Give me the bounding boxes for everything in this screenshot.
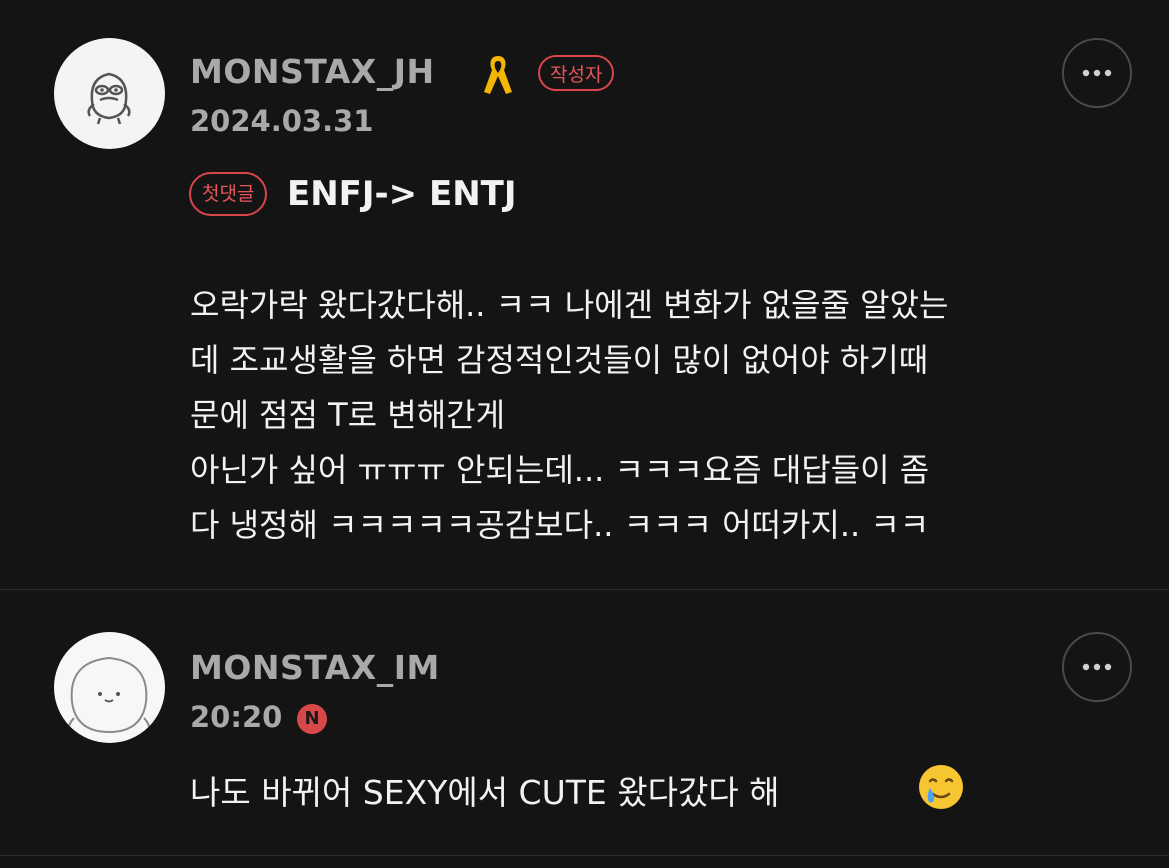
- author-badge: 작성자: [538, 55, 615, 91]
- avatar[interactable]: [54, 632, 165, 743]
- first-comment-badge: 첫댓글: [189, 172, 268, 216]
- comment-time: 20:20: [190, 700, 283, 734]
- yellow-ribbon-icon: [484, 56, 512, 94]
- comment-body-line: 문에 점점 T로 변해간게: [190, 396, 506, 434]
- crying-smile-emoji-icon: [919, 765, 963, 809]
- comment-body-line: 오락가락 왔다갔다해.. ㅋㅋ 나에겐 변화가 없을줄 알았는: [190, 286, 949, 324]
- more-dots-icon: [1082, 69, 1112, 77]
- comment-body-line: 아닌가 싶어 ㅠㅠㅠ 안되는데... ㅋㅋㅋ요즘 대답들이 좀: [190, 451, 930, 489]
- comment-date: 2024.03.31: [190, 104, 374, 138]
- creature-avatar-icon: [87, 72, 131, 125]
- comment-item: MONSTAX_JH 작성자 2024.03.31 첫댓글 ENFJ-> ENT…: [0, 0, 1169, 590]
- comment-title: ENFJ-> ENTJ: [287, 174, 517, 214]
- avatar[interactable]: [54, 38, 165, 149]
- round-face-avatar-icon: [67, 656, 151, 743]
- more-options-button[interactable]: [1062, 632, 1132, 702]
- comment-body-line: 다 냉정해 ㅋㅋㅋㅋㅋ공감보다.. ㅋㅋㅋ 어떠카지.. ㅋㅋ: [190, 506, 930, 544]
- comment-body: 나도 바뀌어 SEXY에서 CUTE 왔다갔다 해: [190, 773, 780, 812]
- new-badge: N: [297, 704, 327, 734]
- divider: [0, 855, 1169, 856]
- comment-item: MONSTAX_IM 20:20 N 나도 바뀌어 SEXY에서 CUTE 왔다…: [0, 590, 1169, 868]
- more-options-button[interactable]: [1062, 38, 1132, 108]
- username[interactable]: MONSTAX_JH: [190, 52, 435, 91]
- comment-body-line: 데 조교생활을 하면 감정적인것들이 많이 없어야 하기때: [190, 341, 929, 379]
- username[interactable]: MONSTAX_IM: [190, 648, 440, 687]
- more-dots-icon: [1082, 663, 1112, 671]
